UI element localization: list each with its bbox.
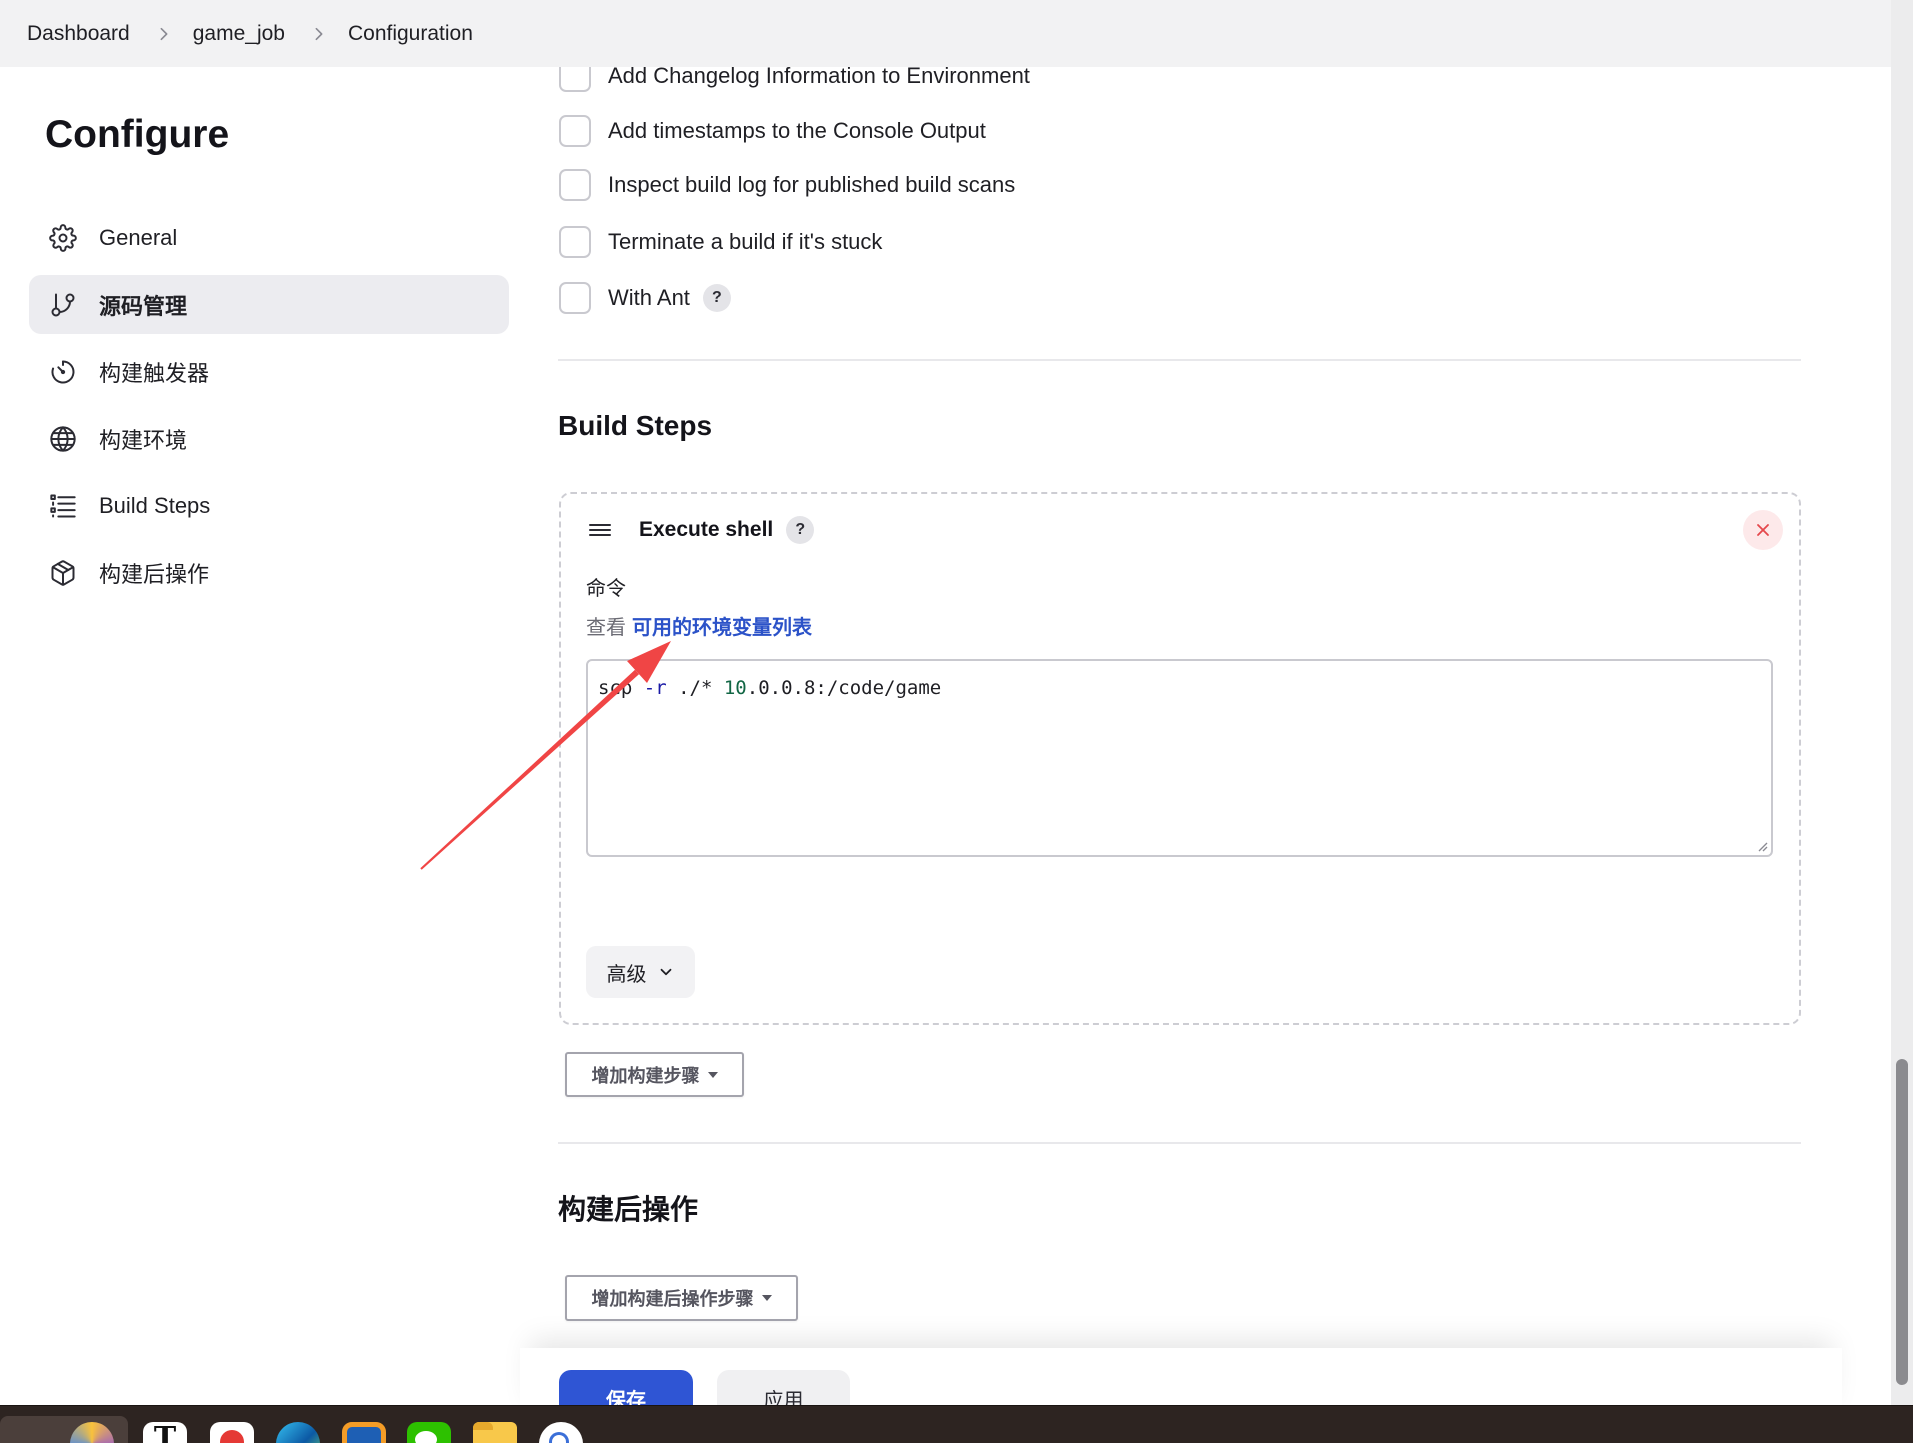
option-build-scans: Inspect build log for published build sc… [559, 169, 1015, 201]
close-icon [1757, 524, 1769, 536]
step-header: Execute shell ? [639, 513, 815, 547]
sidebar-item-post-build[interactable]: 构建后操作 [29, 543, 509, 602]
execute-shell-step: Execute shell ? 命令 查看 可用的环境变量列表 scp -r ./… [559, 492, 1801, 1025]
checkbox[interactable] [559, 226, 591, 258]
breadcrumb-dashboard[interactable]: Dashboard [27, 22, 130, 46]
blue-ring-app-icon[interactable] [539, 1422, 583, 1443]
post-build-heading: 构建后操作 [558, 1194, 699, 1225]
sidebar-item-build-triggers[interactable]: 构建触发器 [29, 342, 509, 401]
globe-icon [49, 425, 77, 453]
caret-down-icon [761, 1295, 772, 1301]
step-title: Execute shell [639, 518, 774, 541]
add-build-step-label: 增加构建步骤 [591, 1065, 700, 1086]
sidebar-item-label: 构建后操作 [99, 561, 210, 587]
apply-label: 应用 [763, 1389, 804, 1406]
env-hint-prefix: 查看 [586, 617, 626, 639]
vm-app-icon[interactable] [342, 1422, 386, 1443]
advanced-button[interactable]: 高级 [586, 946, 695, 998]
sidebar-item-label: 构建触发器 [99, 360, 210, 386]
text-editor-glyph: T [153, 1421, 177, 1443]
checkbox[interactable] [559, 282, 591, 314]
code-token: .0.0.8:/code/game [746, 677, 942, 699]
option-terminate-stuck: Terminate a build if it's stuck [559, 226, 882, 258]
checkbox[interactable] [559, 115, 591, 147]
code-line: scp -r ./* 10.0.0.8:/code/game [598, 676, 1761, 700]
timer-icon [49, 358, 77, 386]
form-footer: 保存 应用 [520, 1348, 1842, 1405]
help-icon[interactable]: ? [786, 516, 815, 544]
option-with-ant: With Ant ? [559, 282, 731, 314]
sidebar-item-source-control[interactable]: 源码管理 [29, 275, 509, 334]
chevron-right-icon [311, 26, 327, 42]
code-token: 10 [723, 677, 747, 699]
edge-browser-icon[interactable] [276, 1422, 320, 1443]
file-explorer-icon[interactable] [473, 1422, 517, 1443]
drag-handle-icon[interactable] [588, 518, 612, 542]
vertical-scrollbar[interactable] [1891, 0, 1913, 1405]
add-post-build-label: 增加构建后操作步骤 [591, 1289, 754, 1309]
checkbox[interactable] [559, 169, 591, 201]
scrollbar-thumb[interactable] [1896, 1059, 1908, 1385]
sidebar-item-build-environment[interactable]: 构建环境 [29, 409, 509, 468]
page-title: Configure [45, 113, 230, 156]
gear-icon [49, 223, 77, 252]
browser-window: Dashboard game_job Configuration Configu… [0, 0, 1891, 1405]
checkbox-label[interactable]: Add timestamps to the Console Output [608, 118, 986, 144]
sidebar-item-label: 源码管理 [99, 293, 188, 319]
sidebar-item-general[interactable]: General [29, 208, 509, 267]
red-logo-app-icon[interactable] [210, 1422, 254, 1443]
chevron-right-icon [156, 26, 172, 42]
checkbox-label[interactable]: With Ant [608, 285, 690, 311]
breadcrumb-job[interactable]: game_job [193, 22, 285, 46]
command-label: 命令 [586, 578, 626, 600]
package-icon [49, 559, 77, 587]
section-divider [558, 1142, 1801, 1144]
sidebar-item-build-steps[interactable]: Build Steps [29, 476, 509, 535]
resize-handle-icon[interactable] [1756, 840, 1768, 852]
code-token: scp [598, 677, 644, 699]
list-icon [49, 492, 77, 520]
code-token: -r [643, 677, 667, 699]
delete-step-button[interactable] [1743, 510, 1783, 550]
env-vars-hint: 查看 可用的环境变量列表 [586, 615, 812, 641]
sidebar-item-label: General [99, 224, 178, 250]
checkbox-label[interactable]: Terminate a build if it's stuck [608, 229, 882, 255]
command-editor[interactable]: scp -r ./* 10.0.0.8:/code/game [586, 659, 1773, 857]
sidebar-item-label: Build Steps [99, 492, 211, 518]
env-vars-link[interactable]: 可用的环境变量列表 [632, 617, 812, 639]
screen: Dashboard game_job Configuration Configu… [0, 0, 1913, 1443]
git-branch-icon [49, 291, 77, 319]
breadcrumb: Dashboard game_job Configuration [0, 0, 1891, 67]
sidebar-item-label: 构建环境 [99, 427, 188, 453]
checkbox-label[interactable]: Inspect build log for published build sc… [608, 172, 1015, 198]
help-icon[interactable]: ? [702, 284, 731, 312]
save-label: 保存 [606, 1389, 646, 1406]
chevron-down-icon [660, 968, 671, 976]
option-timestamps: Add timestamps to the Console Output [559, 115, 986, 147]
breadcrumb-configuration[interactable]: Configuration [348, 22, 473, 46]
apply-button[interactable]: 应用 [717, 1370, 850, 1405]
advanced-label: 高级 [606, 963, 647, 986]
save-button[interactable]: 保存 [559, 1370, 693, 1405]
build-steps-heading: Build Steps [558, 410, 713, 441]
add-post-build-step-button[interactable]: 增加构建后操作步骤 [565, 1275, 798, 1321]
text-editor-icon[interactable]: T [143, 1422, 187, 1443]
taskbar: T [0, 1405, 1913, 1443]
section-divider [558, 359, 1801, 361]
wechat-icon[interactable] [407, 1422, 451, 1443]
add-build-step-button[interactable]: 增加构建步骤 [565, 1052, 744, 1097]
code-token: ./* [666, 677, 724, 699]
caret-down-icon [707, 1071, 718, 1078]
